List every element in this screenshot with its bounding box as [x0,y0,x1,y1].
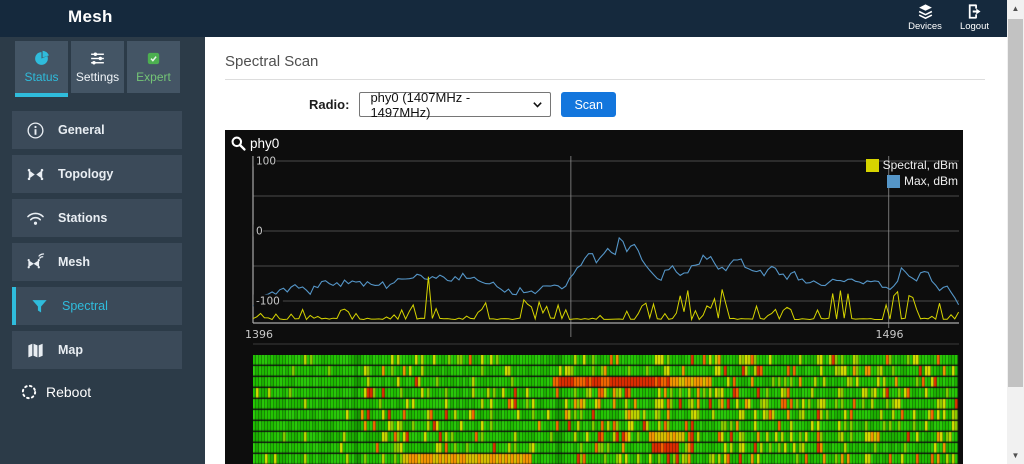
scan-form: Radio: phy0 (1407MHz - 1497MHz) Scan [309,92,1007,117]
logout-button[interactable]: Logout [960,3,989,32]
sidebar-item-label: Spectral [62,299,108,313]
topology-icon [12,165,58,184]
scrollbar-down-arrow[interactable]: ▼ [1007,447,1024,464]
radio-select[interactable]: phy0 (1407MHz - 1497MHz) [359,92,551,117]
tab-expert-label: Expert [136,70,171,84]
tab-status[interactable]: Status [15,41,68,97]
sidebar-item-general[interactable]: General [12,111,182,149]
vertical-scrollbar: ▲ ▼ [1007,0,1024,464]
logout-label: Logout [960,21,989,32]
radio-select-value: phy0 (1407MHz - 1497MHz) [370,90,532,120]
funnel-icon [16,297,62,316]
devices-label: Devices [908,21,942,32]
sidebar-item-label: General [58,123,105,137]
map-icon [12,341,58,360]
devices-button[interactable]: Devices [908,3,942,32]
sidebar: Status Settings Expert Ge [0,37,205,464]
sidebar-item-label: Mesh [58,255,90,269]
check-square-icon [145,50,162,67]
header-actions: Devices Logout [908,3,989,32]
logout-door-icon [965,3,984,20]
reboot-label: Reboot [46,384,91,400]
sidebar-tabbar: Status Settings Expert [15,41,205,97]
sidebar-item-stations[interactable]: Stations [12,199,182,237]
pie-chart-icon [33,50,50,67]
spinner-circle-icon [20,383,38,401]
scrollbar-up-arrow[interactable]: ▲ [1007,0,1024,17]
legend-swatch-max [887,175,900,188]
sidebar-item-label: Map [58,343,83,357]
scan-button[interactable]: Scan [561,92,616,117]
legend-row-spectral: Spectral, dBm [866,158,958,172]
chart-legend: Spectral, dBm Max, dBm [866,158,958,188]
sidebar-item-label: Topology [58,167,113,181]
svg-text:100: 100 [256,156,276,168]
sidebar-nav: General Topology Stations Mes [0,111,205,369]
legend-row-max: Max, dBm [866,174,958,188]
svg-text:0: 0 [256,226,263,238]
legend-label-spectral: Spectral, dBm [883,158,958,172]
svg-text:1396: 1396 [245,328,273,341]
tab-settings-label: Settings [76,70,119,84]
title-divider [225,79,985,80]
sidebar-item-map[interactable]: Map [12,331,182,369]
radio-label: Radio: [309,97,349,112]
svg-text:1496: 1496 [875,328,903,341]
sidebar-item-spectral[interactable]: Spectral [12,287,182,325]
sidebar-item-mesh[interactable]: Mesh [12,243,182,281]
app-title: Mesh [68,7,113,27]
legend-label-max: Max, dBm [904,174,958,188]
spectral-chart-panel: phy0 Spectral, dBm Max, dBm 1000-1001396… [225,130,963,464]
mesh-network-icon [12,253,58,272]
scrollbar-thumb[interactable] [1008,19,1023,387]
waterfall-spectrogram [253,355,960,464]
info-icon [12,121,58,140]
legend-swatch-spectral [866,159,879,172]
page-title: Spectral Scan [225,53,1007,70]
tab-settings[interactable]: Settings [71,41,124,93]
app-header: Mesh Devices Logout [0,0,1007,37]
wifi-icon [12,209,58,228]
chevron-down-icon [532,99,543,110]
tab-expert[interactable]: Expert [127,41,180,93]
reboot-button[interactable]: Reboot [20,383,205,401]
tab-status-label: Status [24,70,58,84]
spectrum-line-chart: 100 0 -100 1396 1496 [225,130,963,346]
devices-layers-icon [916,3,935,20]
main-content: Spectral Scan Radio: phy0 (1407MHz - 149… [205,37,1007,464]
sidebar-item-topology[interactable]: Topology [12,155,182,193]
sliders-icon [89,50,106,67]
svg-text:-100: -100 [256,296,280,308]
sidebar-item-label: Stations [58,211,107,225]
